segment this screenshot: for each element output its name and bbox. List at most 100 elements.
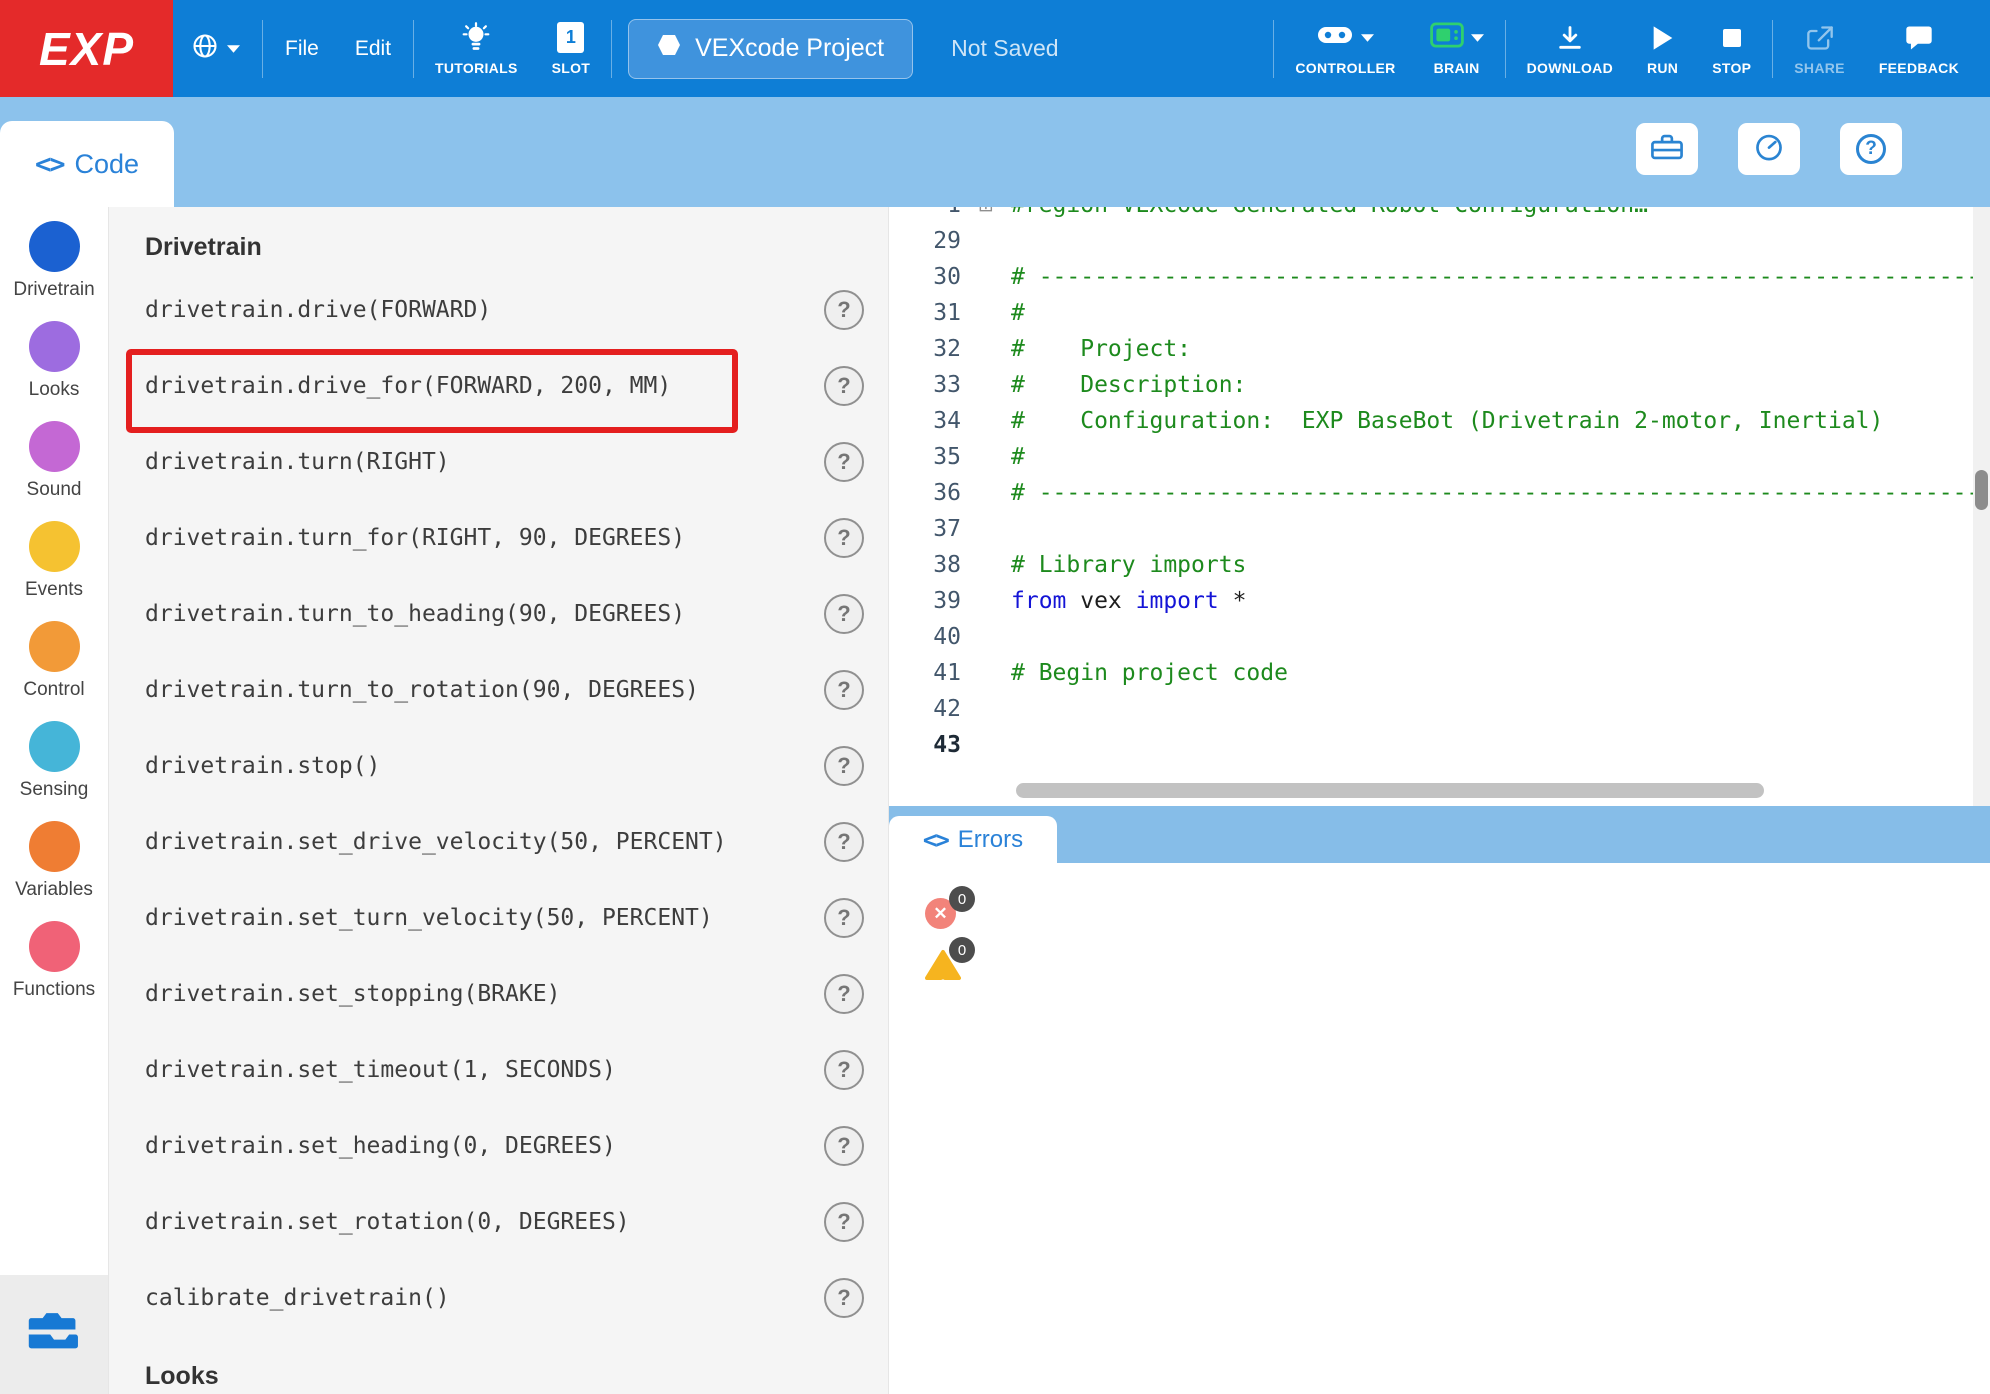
download-button[interactable]: DOWNLOAD (1510, 0, 1630, 97)
fold-spacer (961, 691, 1011, 727)
command-row[interactable]: drivetrain.turn(RIGHT)? (109, 424, 888, 500)
sidebar-item-drivetrain[interactable]: Drivetrain (0, 211, 108, 311)
command-row[interactable]: drivetrain.drive(FORWARD)? (109, 272, 888, 348)
category-label: Control (23, 679, 84, 701)
toolbar-right-cluster: CONTROLLER BRAIN (1269, 0, 1976, 97)
help-button[interactable]: ? (824, 670, 864, 710)
run-button[interactable]: RUN (1630, 0, 1695, 97)
help-button[interactable]: ? (824, 822, 864, 862)
command-text: drivetrain.set_timeout(1, SECONDS) (145, 1057, 616, 1083)
toolbar-divider (611, 20, 612, 78)
command-row[interactable]: drivetrain.set_stopping(BRAKE)? (109, 956, 888, 1032)
help-button[interactable]: ? (824, 442, 864, 482)
tab-errors[interactable]: <> Errors (889, 816, 1057, 863)
help-button[interactable]: ? (824, 746, 864, 786)
vertical-scrollbar[interactable] (1975, 470, 1988, 510)
line-number: 1 (889, 207, 961, 223)
horizontal-scrollbar[interactable] (1016, 783, 1764, 798)
help-button[interactable]: ? (824, 290, 864, 330)
edit-menu[interactable]: Edit (337, 0, 409, 97)
sidebar-item-sound[interactable]: Sound (0, 411, 108, 511)
slot-button[interactable]: 1 SLOT (535, 0, 608, 97)
line-number: 32 (889, 331, 961, 367)
section-title-drivetrain: Drivetrain (145, 233, 888, 262)
dashboard-button[interactable] (1738, 123, 1800, 175)
fold-spacer (961, 511, 1011, 547)
help-button[interactable]: ? (824, 1050, 864, 1090)
command-row[interactable]: drivetrain.set_rotation(0, DEGREES)? (109, 1184, 888, 1260)
category-label: Looks (29, 379, 80, 401)
line-number: 36 (889, 475, 961, 511)
category-color-icon (29, 821, 80, 872)
tutorials-button[interactable]: TUTORIALS (418, 0, 535, 97)
command-row[interactable]: drivetrain.drive_for(FORWARD, 200, MM)? (109, 348, 888, 424)
command-row[interactable]: drivetrain.turn_for(RIGHT, 90, DEGREES)? (109, 500, 888, 576)
project-name-button[interactable]: VEXcode Project (628, 19, 913, 79)
sidebar-item-events[interactable]: Events (0, 511, 108, 611)
help-icon: ? (1856, 134, 1886, 164)
command-row[interactable]: drivetrain.stop()? (109, 728, 888, 804)
sidebar-item-looks[interactable]: Looks (0, 311, 108, 411)
fold-spacer (961, 439, 1011, 475)
command-row[interactable]: calibrate_drivetrain()? (109, 1260, 888, 1336)
help-button[interactable]: ? (824, 898, 864, 938)
sidebar-item-control[interactable]: Control (0, 611, 108, 711)
category-label: Functions (13, 979, 95, 1001)
error-count-indicator: ✕ 0 (925, 898, 961, 932)
sidebar-item-functions[interactable]: Functions (0, 911, 108, 1011)
help-button[interactable]: ? (824, 1202, 864, 1242)
help-button-toolbar[interactable]: ? (1840, 123, 1902, 175)
editor-line: 36# ------------------------------------… (889, 475, 1990, 511)
command-row[interactable]: drivetrain.set_timeout(1, SECONDS)? (109, 1032, 888, 1108)
brain-button[interactable]: BRAIN (1413, 0, 1501, 97)
editor-line: 1⊞#region VEXcode Generated Robot Config… (889, 207, 1990, 223)
sidebar-item-variables[interactable]: Variables (0, 811, 108, 911)
fold-spacer (961, 727, 1011, 763)
fold-icon[interactable]: ⊞ (961, 207, 1011, 223)
sidebar-item-sensing[interactable]: Sensing (0, 711, 108, 811)
editor-line: 32# Project: (889, 331, 1990, 367)
subbar-actions: ? (1636, 123, 1902, 175)
file-menu[interactable]: File (267, 0, 337, 97)
category-color-icon (29, 321, 80, 372)
fold-spacer (961, 583, 1011, 619)
category-color-icon (29, 521, 80, 572)
help-button[interactable]: ? (824, 974, 864, 1014)
fold-spacer (961, 547, 1011, 583)
command-row[interactable]: drivetrain.set_heading(0, DEGREES)? (109, 1108, 888, 1184)
share-button[interactable]: SHARE (1777, 0, 1862, 97)
download-icon (1555, 22, 1585, 54)
line-number: 42 (889, 691, 961, 727)
exp-logo: EXP (0, 0, 173, 97)
controller-button[interactable]: CONTROLLER (1278, 0, 1412, 97)
feedback-label: FEEDBACK (1879, 60, 1959, 76)
blocks-toggle-button[interactable] (0, 1275, 108, 1394)
help-button[interactable]: ? (824, 1278, 864, 1318)
feedback-button[interactable]: FEEDBACK (1862, 0, 1976, 97)
line-number: 37 (889, 511, 961, 547)
share-icon (1806, 22, 1834, 54)
errors-tab-label: Errors (958, 826, 1023, 854)
language-menu[interactable] (173, 0, 258, 97)
line-number: 29 (889, 223, 961, 259)
editor-line: 31# (889, 295, 1990, 331)
editor-line: 35# (889, 439, 1990, 475)
command-row[interactable]: drivetrain.turn_to_heading(90, DEGREES)? (109, 576, 888, 652)
warning-count-indicator: ! 0 (925, 949, 961, 983)
fold-spacer (961, 259, 1011, 295)
command-row[interactable]: drivetrain.set_drive_velocity(50, PERCEN… (109, 804, 888, 880)
stop-button[interactable]: STOP (1695, 0, 1768, 97)
command-row[interactable]: drivetrain.set_turn_velocity(50, PERCENT… (109, 880, 888, 956)
command-text: drivetrain.turn_to_rotation(90, DEGREES) (145, 677, 699, 703)
toolbox-button[interactable] (1636, 123, 1698, 175)
line-number: 35 (889, 439, 961, 475)
line-number: 43 (889, 727, 961, 763)
help-button[interactable]: ? (824, 518, 864, 558)
globe-icon (191, 32, 219, 65)
tab-code[interactable]: <> Code (0, 121, 174, 207)
help-button[interactable]: ? (824, 594, 864, 634)
code-editor[interactable]: 1⊞#region VEXcode Generated Robot Config… (888, 207, 1990, 806)
help-button[interactable]: ? (824, 366, 864, 406)
command-row[interactable]: drivetrain.turn_to_rotation(90, DEGREES)… (109, 652, 888, 728)
help-button[interactable]: ? (824, 1126, 864, 1166)
